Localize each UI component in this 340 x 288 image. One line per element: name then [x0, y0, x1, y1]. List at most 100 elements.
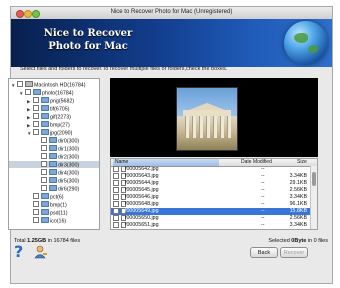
tree-item-checkbox[interactable]	[33, 121, 39, 127]
tree-item[interactable]: dir1(300)	[9, 145, 99, 153]
file-row[interactable]: f00005643.jpg -- 3.34KB	[111, 173, 310, 180]
selected-size: 0Byte	[291, 238, 307, 244]
tree-item[interactable]: dir3(300)	[9, 161, 99, 169]
tree-item-checkbox[interactable]	[33, 201, 39, 207]
total-suffix: in 16784 files	[47, 238, 81, 244]
user-key-icon[interactable]	[34, 245, 48, 259]
file-name: f00005652.jpg	[125, 229, 159, 230]
file-row[interactable]: f00005642.jpg --	[111, 166, 310, 173]
file-date: --	[261, 215, 265, 221]
folder-icon	[48, 161, 57, 167]
file-row-checkbox[interactable]	[113, 194, 119, 200]
tree-item[interactable]: dir5(300)	[9, 177, 99, 185]
folder-icon	[48, 177, 57, 183]
tree-item[interactable]: dir6(290)	[9, 185, 99, 193]
tree-item-checkbox[interactable]	[33, 113, 39, 119]
file-name: f00005650.jpg	[125, 215, 159, 221]
tree-item-checkbox[interactable]	[41, 161, 47, 167]
tree-item-checkbox[interactable]	[33, 129, 39, 135]
tree-item-label: dir3(300)	[58, 162, 80, 169]
tree-item-checkbox[interactable]	[41, 153, 47, 159]
tree-item[interactable]: psd(11)	[9, 209, 99, 217]
tree-item[interactable]: ▼ jpg(2090)	[9, 129, 99, 137]
file-row-checkbox[interactable]	[113, 208, 119, 214]
file-row[interactable]: f00005645.jpg -- 2.56KB	[111, 187, 310, 194]
file-date: --	[261, 201, 265, 207]
tree-item-checkbox[interactable]	[41, 185, 47, 191]
column-name-header[interactable]: Name	[113, 159, 219, 166]
file-name: f00005649.jpg	[125, 208, 159, 214]
tree-item-label: ico(16)	[50, 218, 67, 225]
file-row[interactable]: f00005650.jpg -- 2.56KB	[111, 215, 310, 222]
tree-item-checkbox[interactable]	[33, 217, 39, 223]
tree-item-checkbox[interactable]	[17, 81, 23, 87]
tree-item[interactable]: dir2(300)	[9, 153, 99, 161]
file-row-checkbox[interactable]	[113, 229, 119, 230]
file-row-checkbox[interactable]	[113, 215, 119, 221]
tree-item-label: pct(6)	[50, 194, 64, 201]
tree-item-checkbox[interactable]	[33, 193, 39, 199]
back-button[interactable]: Back	[250, 247, 278, 258]
tree-item-checkbox[interactable]	[41, 145, 47, 151]
scrollbar-thumb[interactable]	[312, 172, 316, 186]
help-icon[interactable]: ?	[14, 244, 28, 260]
file-size: 3.34KB	[289, 173, 307, 179]
file-row[interactable]: f00005644.jpg -- 29.1KB	[111, 180, 310, 187]
tree-item-checkbox[interactable]	[25, 89, 31, 95]
tree-item[interactable]: ▼ photo(16784)	[9, 89, 99, 97]
tree-item[interactable]: ico(16)	[9, 217, 99, 225]
tree-item-label: png(5682)	[50, 98, 75, 105]
tree-item[interactable]: ▶ gif(2273)	[9, 113, 99, 121]
tree-item-checkbox[interactable]	[33, 209, 39, 215]
tree-item-checkbox[interactable]	[33, 105, 39, 111]
instruction-text: Select files and folders to recover.To r…	[20, 66, 228, 72]
tree-item[interactable]: ▶ bmp(27)	[9, 121, 99, 129]
file-row-checkbox[interactable]	[113, 166, 119, 172]
file-row-checkbox[interactable]	[113, 222, 119, 228]
tree-item[interactable]: ▶ tif(6705)	[9, 105, 99, 113]
tree-item-label: Macintosh HD(16784)	[34, 82, 86, 89]
tree-item-checkbox[interactable]	[41, 169, 47, 175]
recover-button[interactable]: Recover	[280, 247, 308, 258]
file-list-scrollbar[interactable]	[310, 166, 317, 229]
file-row-checkbox[interactable]	[113, 201, 119, 207]
file-date: --	[261, 180, 265, 186]
file-row[interactable]: f00005652.jpg --	[111, 229, 310, 230]
file-row[interactable]: f00005648.jpg -- 96.1KB	[111, 201, 310, 208]
banner-title: Nice to Recover Photo for Mac	[33, 27, 143, 53]
file-row-checkbox[interactable]	[113, 173, 119, 179]
tree-item-checkbox[interactable]	[41, 177, 47, 183]
selected-suffix: in 0 files	[307, 238, 328, 244]
tree-item[interactable]: dir4(300)	[9, 169, 99, 177]
tree-item[interactable]: pct(6)	[9, 193, 99, 201]
tree-item[interactable]: bmp(1)	[9, 201, 99, 209]
file-date: --	[261, 208, 265, 214]
tree-item-label: dir0(300)	[58, 138, 80, 145]
file-name: f00005643.jpg	[125, 173, 159, 179]
file-size: 3.34KB	[289, 222, 307, 228]
folder-icon	[40, 97, 49, 103]
tree-item-checkbox[interactable]	[33, 97, 39, 103]
column-date-header[interactable]: Date Modified	[241, 159, 272, 166]
tree-item-checkbox[interactable]	[41, 137, 47, 143]
app-banner: Nice to Recover Photo for Mac	[11, 19, 332, 67]
folder-icon	[40, 105, 49, 111]
file-name: f00005648.jpg	[125, 201, 159, 207]
file-row[interactable]: f00005649.jpg -- 15.8KB	[111, 208, 310, 215]
file-row[interactable]: f00005646.jpg -- 3.34KB	[111, 194, 310, 201]
folder-tree[interactable]: ▼ Macintosh HD(16784) ▼ photo(16784) ▶ png(56…	[8, 78, 100, 230]
file-row-checkbox[interactable]	[113, 187, 119, 193]
tree-item[interactable]: dir0(300)	[9, 137, 99, 145]
column-size-header[interactable]: Size	[297, 159, 307, 166]
file-size: 2.56KB	[289, 187, 307, 193]
tree-item[interactable]: ▶ png(5682)	[9, 97, 99, 105]
file-list[interactable]: Name Date Modified Size f00005642.jpg -- f…	[110, 158, 318, 230]
file-row-checkbox[interactable]	[113, 180, 119, 186]
file-name: f00005651.jpg	[125, 222, 159, 228]
file-date: --	[261, 187, 265, 193]
tree-item[interactable]: ▼ Macintosh HD(16784)	[9, 81, 99, 89]
file-row[interactable]: f00005651.jpg -- 3.34KB	[111, 222, 310, 229]
file-size: 96.1KB	[289, 201, 307, 207]
folder-icon	[48, 153, 57, 159]
folder-icon	[48, 137, 57, 143]
